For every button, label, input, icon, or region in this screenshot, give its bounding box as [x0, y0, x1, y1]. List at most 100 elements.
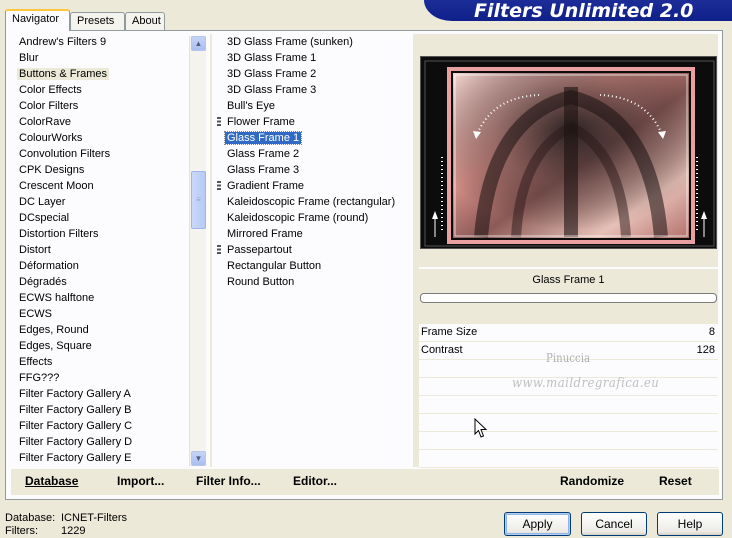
- param-frame-size[interactable]: Frame Size 8: [419, 324, 718, 342]
- filter-item[interactable]: Bull's Eye: [215, 98, 411, 114]
- category-item-label: Filter Factory Gallery D: [19, 436, 133, 448]
- filter-item[interactable]: Kaleidoscopic Frame (rectangular): [215, 194, 411, 210]
- category-item[interactable]: DC Layer: [11, 194, 207, 210]
- category-item-label: Filter Factory Gallery B: [19, 404, 132, 416]
- category-scrollbar[interactable]: ▲ ≡ ▼: [189, 36, 206, 466]
- filter-item[interactable]: 3D Glass Frame 1: [215, 50, 411, 66]
- database-value: ICNET-Filters: [61, 512, 127, 524]
- tab-about[interactable]: About: [125, 12, 165, 30]
- bottom-toolbar: Database Import... Filter Info... Editor…: [11, 469, 719, 495]
- category-item[interactable]: Crescent Moon: [11, 178, 207, 194]
- editor-button[interactable]: Editor...: [293, 474, 337, 488]
- filter-info-box: Glass Frame 1: [419, 269, 718, 324]
- scroll-down-button[interactable]: ▼: [191, 451, 206, 466]
- category-item[interactable]: Distortion Filters: [11, 226, 207, 242]
- category-item-label: Filter Factory Gallery E: [19, 452, 132, 464]
- tab-presets-label: Presets: [77, 15, 115, 27]
- category-item[interactable]: Andrew's Filters 9: [11, 34, 207, 50]
- filter-item[interactable]: Kaleidoscopic Frame (round): [215, 210, 411, 226]
- preview-image-art: [421, 57, 716, 248]
- category-item[interactable]: Filter Factory Gallery C: [11, 418, 207, 434]
- filter-list: 3D Glass Frame (sunken) 3D Glass Frame 1 3…: [215, 34, 411, 467]
- group-marker-icon: [217, 245, 221, 255]
- category-item[interactable]: ECWS halftone: [11, 290, 207, 306]
- category-item[interactable]: Déformation: [11, 258, 207, 274]
- param-label: Contrast: [421, 344, 463, 356]
- category-item[interactable]: Edges, Round: [11, 322, 207, 338]
- category-item[interactable]: Convolution Filters: [11, 146, 207, 162]
- filter-item[interactable]: Flower Frame: [215, 114, 411, 130]
- filter-item[interactable]: Glass Frame 3: [215, 162, 411, 178]
- filter-item[interactable]: 3D Glass Frame 2: [215, 66, 411, 82]
- category-item-label: Andrew's Filters 9: [19, 36, 107, 48]
- scroll-thumb[interactable]: ≡: [191, 171, 206, 229]
- scroll-up-arrow-icon: ▲: [194, 39, 203, 48]
- category-item[interactable]: Color Effects: [11, 82, 207, 98]
- category-item[interactable]: ColourWorks: [11, 130, 207, 146]
- category-item[interactable]: Edges, Square: [11, 338, 207, 354]
- category-item[interactable]: Effects: [11, 354, 207, 370]
- filter-item-label: 3D Glass Frame 2: [227, 68, 317, 80]
- filter-item-label: Kaleidoscopic Frame (round): [227, 212, 369, 224]
- filter-item[interactable]: 3D Glass Frame 3: [215, 82, 411, 98]
- filter-item[interactable]: Mirrored Frame: [215, 226, 411, 242]
- category-item-label: CPK Designs: [19, 164, 85, 176]
- help-button[interactable]: Help: [657, 512, 723, 536]
- category-item-label: FFG???: [19, 372, 60, 384]
- category-item-label: Effects: [19, 356, 53, 368]
- app-title: Filters Unlimited 2.0: [474, 0, 694, 22]
- param-empty-row: [419, 414, 718, 432]
- category-item[interactable]: Filter Factory Gallery D: [11, 434, 207, 450]
- category-item[interactable]: Filter Factory Gallery B: [11, 402, 207, 418]
- import-button[interactable]: Import...: [117, 474, 164, 488]
- category-item[interactable]: Filter Factory Gallery A: [11, 386, 207, 402]
- category-item-label: Edges, Square: [19, 340, 92, 352]
- category-item[interactable]: CPK Designs: [11, 162, 207, 178]
- category-item[interactable]: Dégradés: [11, 274, 207, 290]
- group-marker-icon: [217, 181, 221, 191]
- tab-navigator[interactable]: Navigator: [5, 9, 70, 31]
- category-item-label: Filter Factory Gallery C: [19, 420, 133, 432]
- status-info: Database: ICNET-Filters Filters: 1229: [5, 512, 127, 538]
- filter-item[interactable]: Rectangular Button: [215, 258, 411, 274]
- param-empty-row: [419, 432, 718, 450]
- param-empty-row: [419, 396, 718, 414]
- filter-item[interactable]: Glass Frame 2: [215, 146, 411, 162]
- category-item[interactable]: DCspecial: [11, 210, 207, 226]
- category-item[interactable]: Filter Factory Gallery E: [11, 450, 207, 466]
- tab-about-label: About: [132, 15, 161, 27]
- filter-item[interactable]: Round Button: [215, 274, 411, 290]
- filter-item-label: Bull's Eye: [227, 100, 275, 112]
- category-item-label: DCspecial: [19, 212, 70, 224]
- category-item[interactable]: Color Filters: [11, 98, 207, 114]
- column-divider: [210, 34, 212, 467]
- tab-presets[interactable]: Presets: [70, 12, 125, 30]
- filter-item[interactable]: Passepartout: [215, 242, 411, 258]
- filter-item[interactable]: Glass Frame 1: [215, 130, 411, 146]
- category-item[interactable]: ECWS: [11, 306, 207, 322]
- category-item[interactable]: ColorRave: [11, 114, 207, 130]
- filter-item-label: 3D Glass Frame 3: [227, 84, 317, 96]
- category-item[interactable]: Buttons & Frames: [11, 66, 207, 82]
- scroll-up-button[interactable]: ▲: [191, 36, 206, 51]
- filter-item-label: Kaleidoscopic Frame (rectangular): [227, 196, 396, 208]
- category-item[interactable]: Blur: [11, 50, 207, 66]
- category-item-label: Filter Factory Gallery A: [19, 388, 131, 400]
- param-label: Frame Size: [421, 326, 478, 338]
- parameter-list: Frame Size 8 Contrast 128: [419, 324, 718, 468]
- category-item[interactable]: Distort: [11, 242, 207, 258]
- category-item-label: Edges, Round: [19, 324, 89, 336]
- database-button[interactable]: Database: [25, 474, 78, 488]
- filter-item[interactable]: Gradient Frame: [215, 178, 411, 194]
- filters-count: 1229: [61, 525, 86, 537]
- category-item[interactable]: FFG???: [11, 370, 207, 386]
- cancel-button[interactable]: Cancel: [581, 512, 647, 536]
- filter-item-label: Passepartout: [227, 244, 292, 256]
- reset-button[interactable]: Reset: [659, 474, 692, 488]
- filter-item[interactable]: 3D Glass Frame (sunken): [215, 34, 411, 50]
- filter-info-button[interactable]: Filter Info...: [196, 474, 261, 488]
- filter-item-label: Glass Frame 2: [227, 148, 300, 160]
- apply-button[interactable]: Apply: [504, 512, 571, 536]
- randomize-button[interactable]: Randomize: [560, 474, 624, 488]
- category-item-label: ECWS halftone: [19, 292, 95, 304]
